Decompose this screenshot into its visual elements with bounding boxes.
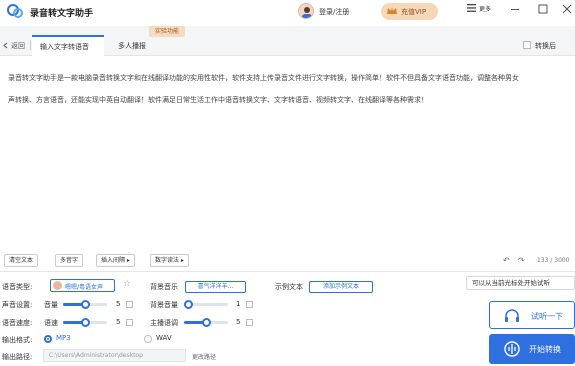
- voice-select[interactable]: 嗯嗯/粤语女声: [50, 279, 115, 292]
- path-label: 输出路径:: [2, 353, 33, 361]
- bgm-select[interactable]: 喜气洋洋羊...: [185, 281, 246, 293]
- number-read-button[interactable]: 数字读法 ▸: [150, 254, 189, 267]
- back-icon[interactable]: [2, 42, 9, 49]
- char-counter: 133 / 3000: [537, 257, 570, 264]
- speed-sub-label: 语速: [44, 319, 58, 327]
- format-wav-label: WAV: [156, 334, 172, 342]
- back-button[interactable]: 返回: [11, 41, 25, 51]
- bg-volume-slider[interactable]: [184, 300, 228, 309]
- title-bar: 录音转文字助手 登录/注册 充值VIP 更多: [0, 0, 575, 26]
- convert-checkbox-label: 转换后: [535, 42, 556, 50]
- app-logo-icon: [7, 4, 23, 18]
- listen-label: 试听一下: [531, 312, 563, 321]
- speed-value: 5: [116, 318, 121, 326]
- host-speed-label: 主播语调: [150, 319, 178, 327]
- favorite-star-icon[interactable]: ☆: [123, 279, 131, 289]
- voice-type-label: 语音类型:: [2, 283, 33, 291]
- tab-bar: 返回 输入文字转语音 多人播报 实验功能 转换后: [0, 26, 575, 56]
- polyphone-button[interactable]: 多音字: [55, 254, 84, 267]
- format-mp3-radio[interactable]: [44, 335, 52, 343]
- start-convert-button[interactable]: 开始转换: [489, 334, 575, 364]
- voice-avatar: [53, 281, 62, 290]
- experimental-badge: 实验功能: [149, 26, 185, 37]
- volume-checkbox[interactable]: [126, 301, 133, 308]
- insert-pause-button[interactable]: 插入间隔 ▸: [96, 254, 135, 267]
- format-label: 输出格式:: [2, 336, 33, 344]
- speed-label: 语音速度:: [2, 319, 33, 327]
- tab-divider: [30, 40, 31, 50]
- avatar[interactable]: [298, 3, 314, 19]
- crown-icon: [387, 7, 397, 14]
- undo-icon[interactable]: ↶: [503, 256, 510, 265]
- voice-name: 嗯嗯/粤语女声: [65, 284, 104, 291]
- start-convert-label: 开始转换: [529, 345, 561, 354]
- close-icon[interactable]: [560, 3, 574, 15]
- format-mp3-label: MP3: [56, 334, 71, 342]
- bg-volume-value: 1: [236, 300, 241, 308]
- text-editor[interactable]: 录音转文字助手是一款电脑录音转换文字和在线翻译功能的实用性软件，软件支持上传录音…: [8, 67, 575, 111]
- tab-multi-broadcast[interactable]: 多人播报: [118, 41, 146, 51]
- app-title: 录音转文字助手: [30, 9, 94, 19]
- add-example-button[interactable]: 添加示例文本: [309, 281, 373, 293]
- format-wav-radio[interactable]: [144, 335, 152, 343]
- host-speed-checkbox[interactable]: [246, 319, 253, 326]
- speed-checkbox[interactable]: [126, 319, 133, 326]
- example-label: 示例文本: [275, 283, 303, 291]
- bg-volume-label: 背景音量: [150, 301, 178, 309]
- more-menu[interactable]: 更多: [479, 4, 491, 13]
- volume-label: 音量: [44, 301, 58, 309]
- convert-icon: [504, 341, 520, 357]
- maximize-icon[interactable]: [536, 3, 550, 15]
- tab-text-to-speech[interactable]: 输入文字转语音: [32, 35, 104, 56]
- bgm-label: 背景音乐: [150, 283, 178, 291]
- change-path-link[interactable]: 更改路径: [192, 352, 216, 361]
- host-speed-slider[interactable]: [184, 318, 228, 327]
- vip-button[interactable]: 充值VIP: [381, 3, 438, 20]
- voice-setting-label: 声音设置:: [2, 301, 33, 309]
- output-path-field[interactable]: C:\Users\Administrator\desktop: [43, 349, 186, 362]
- minimize-icon[interactable]: [508, 3, 522, 15]
- vip-label: 充值VIP: [401, 8, 427, 16]
- speed-slider[interactable]: [63, 318, 107, 327]
- listen-button[interactable]: 试听一下: [489, 301, 575, 329]
- volume-value: 5: [116, 300, 121, 308]
- bg-volume-checkbox[interactable]: [246, 301, 253, 308]
- host-speed-value: 5: [236, 318, 241, 326]
- section-divider: [0, 271, 575, 272]
- redo-icon[interactable]: ↷: [518, 256, 525, 265]
- clear-text-button[interactable]: 清空文本: [4, 254, 39, 267]
- tab-text-to-speech-label: 输入文字转语音: [40, 43, 89, 51]
- listen-tooltip: 可以从当前光标处开始试听: [466, 276, 575, 290]
- volume-slider[interactable]: [63, 300, 107, 309]
- login-link[interactable]: 登录/注册: [319, 7, 349, 17]
- menu-icon[interactable]: [467, 4, 476, 12]
- convert-checkbox[interactable]: [523, 41, 531, 49]
- headphone-icon: [505, 309, 519, 322]
